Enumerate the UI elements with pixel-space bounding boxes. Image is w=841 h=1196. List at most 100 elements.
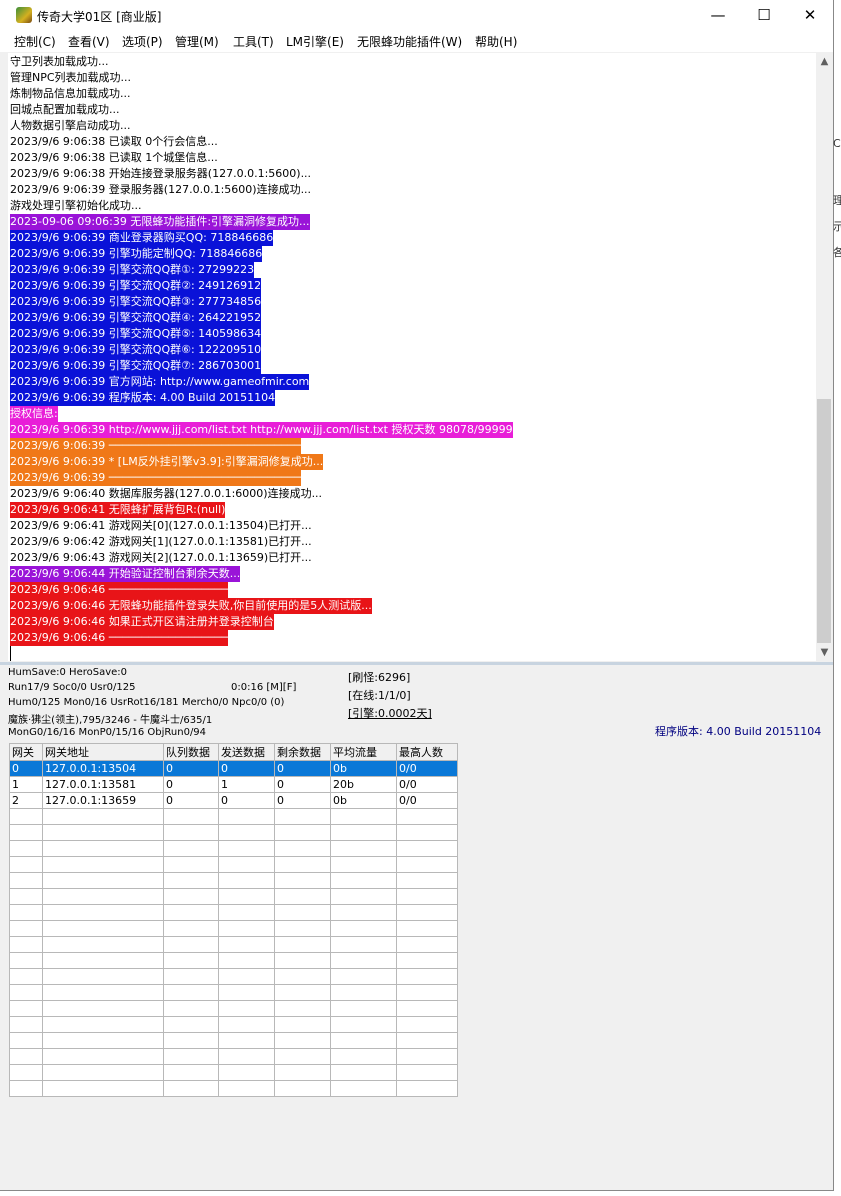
table-cell	[396, 888, 458, 905]
table-row-empty[interactable]	[9, 888, 458, 905]
scroll-up-arrow-icon[interactable]: ▲	[816, 53, 833, 70]
table-cell	[330, 888, 397, 905]
col-sent[interactable]: 发送数据	[218, 743, 275, 761]
table-cell	[163, 888, 219, 905]
table-cell: 2	[9, 792, 43, 809]
log-line: 2023/9/6 9:06:39 官方网站: http://www.gameof…	[10, 374, 310, 390]
table-cell	[9, 984, 43, 1001]
col-max-users[interactable]: 最高人数	[396, 743, 458, 761]
log-line: 2023/9/6 9:06:39 引擎交流QQ群④: 264221952	[10, 310, 262, 326]
table-cell	[9, 888, 43, 905]
scroll-down-arrow-icon[interactable]: ▼	[816, 644, 833, 661]
table-row-empty[interactable]	[9, 1064, 458, 1081]
table-cell	[274, 1000, 331, 1017]
table-cell	[218, 920, 275, 937]
table-cell	[274, 1048, 331, 1065]
menu-options[interactable]: 选项(P)	[122, 33, 163, 50]
table-cell	[163, 1016, 219, 1033]
background-fragment: 示	[833, 220, 841, 233]
log-line: 2023/9/6 9:06:39 引擎交流QQ群⑥: 122209510	[10, 342, 262, 358]
menu-manage[interactable]: 管理(M)	[175, 33, 219, 50]
log-line: 2023/9/6 9:06:39 http://www.jjj.com/list…	[10, 422, 513, 438]
close-button[interactable]: ✕	[787, 0, 833, 30]
menu-view[interactable]: 查看(V)	[68, 33, 110, 50]
table-cell	[330, 872, 397, 889]
table-cell	[330, 1032, 397, 1049]
text-caret	[10, 646, 11, 661]
table-cell	[9, 936, 43, 953]
app-icon	[16, 7, 32, 23]
table-row-empty[interactable]	[9, 1016, 458, 1033]
table-cell	[9, 1064, 43, 1081]
table-cell	[218, 824, 275, 841]
menu-tools[interactable]: 工具(T)	[233, 33, 274, 50]
table-cell	[42, 1080, 164, 1097]
scroll-thumb[interactable]	[817, 399, 831, 643]
table-row-empty[interactable]	[9, 920, 458, 937]
col-gateway[interactable]: 网关	[9, 743, 43, 761]
table-cell	[396, 808, 458, 825]
log-line: 2023/9/6 9:06:43 游戏网关[2](127.0.0.1:13659…	[10, 551, 312, 564]
table-row-empty[interactable]	[9, 984, 458, 1001]
table-cell	[42, 1000, 164, 1017]
log-line: 2023/9/6 9:06:39 引擎交流QQ群⑦: 286703001	[10, 358, 262, 374]
menu-plugin[interactable]: 无限蜂功能插件(W)	[357, 33, 462, 50]
col-queue[interactable]: 队列数据	[163, 743, 219, 761]
table-row-empty[interactable]	[9, 904, 458, 921]
status-timer: 0:0:16 [M][F]	[231, 682, 297, 693]
table-row-empty[interactable]	[9, 936, 458, 953]
table-row-empty[interactable]	[9, 1000, 458, 1017]
table-row-empty[interactable]	[9, 856, 458, 873]
table-cell	[42, 824, 164, 841]
table-row-empty[interactable]	[9, 824, 458, 841]
table-cell	[9, 904, 43, 921]
table-row-empty[interactable]	[9, 968, 458, 985]
table-row-empty[interactable]	[9, 840, 458, 857]
table-cell	[9, 840, 43, 857]
log-line: 2023/9/6 9:06:39 * [LM反外挂引擎v3.9]:引擎漏洞修复成…	[10, 454, 324, 470]
table-row-empty[interactable]	[9, 872, 458, 889]
table-cell: 0/0	[396, 792, 458, 809]
table-cell	[163, 1000, 219, 1017]
menu-control[interactable]: 控制(C)	[14, 33, 56, 50]
menu-help[interactable]: 帮助(H)	[475, 33, 517, 50]
table-cell	[163, 1032, 219, 1049]
table-cell	[330, 968, 397, 985]
maximize-button[interactable]: ☐	[741, 0, 787, 30]
table-cell	[330, 904, 397, 921]
minimize-button[interactable]: —	[695, 0, 741, 30]
status-humans: Hum0/125 Mon0/16 UsrRot16/181 Merch0/0 N…	[8, 697, 285, 708]
col-remaining[interactable]: 剩余数据	[274, 743, 331, 761]
table-cell	[42, 888, 164, 905]
table-row[interactable]: 2 127.0.0.1:13659 0 0 0 0b 0/0	[9, 792, 458, 809]
table-cell	[163, 1048, 219, 1065]
table-cell	[218, 1016, 275, 1033]
log-panel[interactable]: 守卫列表加载成功... 管理NPC列表加载成功... 炼制物品信息加载成功... 回城…	[8, 53, 816, 661]
menu-lm-engine[interactable]: LM引擎(E)	[286, 33, 344, 50]
table-cell	[9, 968, 43, 985]
status-run: Run17/9 Soc0/0 Usr0/125	[8, 682, 136, 693]
table-cell	[9, 952, 43, 969]
log-line: 2023/9/6 9:06:46 无限蜂功能插件登录失败,你目前使用的是5人测试…	[10, 598, 372, 614]
splitter[interactable]	[0, 662, 833, 665]
table-cell	[396, 1048, 458, 1065]
table-row[interactable]: 1 127.0.0.1:13581 0 1 0 20b 0/0	[9, 776, 458, 793]
table-row-empty[interactable]	[9, 1080, 458, 1097]
table-cell	[218, 856, 275, 873]
table-row-empty[interactable]	[9, 1032, 458, 1049]
col-avg-traffic[interactable]: 平均流量	[330, 743, 397, 761]
log-line: 2023/9/6 9:06:39 程序版本: 4.00 Build 201511…	[10, 390, 276, 406]
col-address[interactable]: 网关地址	[42, 743, 164, 761]
table-cell	[274, 840, 331, 857]
table-row[interactable]: 0 127.0.0.1:13504 0 0 0 0b 0/0	[9, 760, 458, 777]
table-cell	[218, 1000, 275, 1017]
table-cell	[330, 824, 397, 841]
table-row-empty[interactable]	[9, 808, 458, 825]
status-engine: [引擎:0.0002天]	[348, 707, 432, 720]
table-cell: 0	[163, 776, 219, 793]
table-row-empty[interactable]	[9, 1048, 458, 1065]
table-row-empty[interactable]	[9, 952, 458, 969]
log-scrollbar[interactable]: ▲ ▼	[816, 53, 833, 661]
table-cell	[163, 840, 219, 857]
table-cell: 0	[163, 760, 219, 777]
